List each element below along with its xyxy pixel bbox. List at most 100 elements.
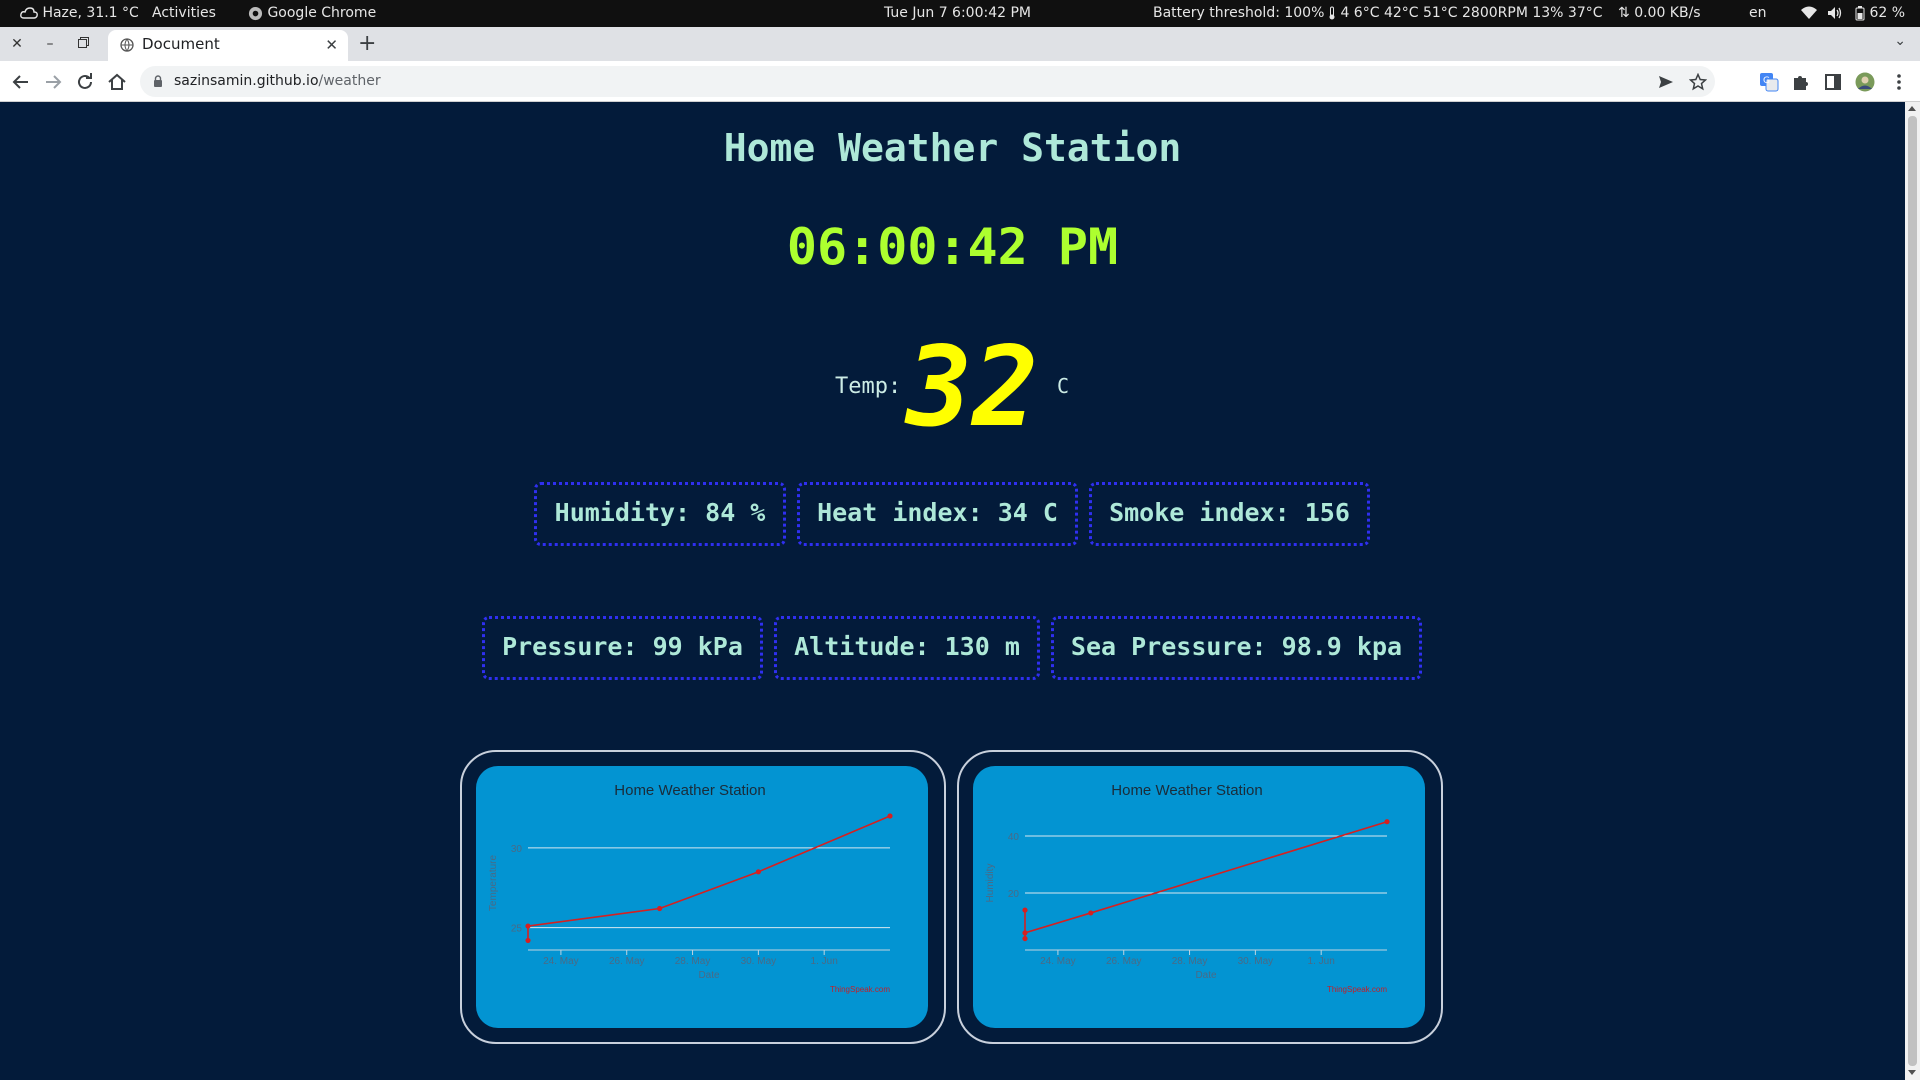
lock-icon[interactable]	[153, 75, 163, 88]
forward-arrow-icon[interactable]	[42, 71, 64, 93]
kebab-menu-icon[interactable]	[1889, 72, 1909, 92]
data-point	[1384, 819, 1390, 825]
smoke-index-box: Smoke index: 156	[1089, 482, 1370, 546]
clock-indicator[interactable]: Tue Jun 7 6:00:42 PM	[884, 0, 1031, 27]
x-tick-label: 26. May	[1106, 956, 1142, 967]
data-point	[525, 937, 531, 944]
data-point	[755, 869, 761, 875]
profile-avatar[interactable]	[1855, 72, 1875, 92]
app-menu[interactable]: Google Chrome	[248, 0, 376, 27]
wifi-icon[interactable]	[1801, 0, 1817, 27]
x-tick-label: 26. May	[609, 956, 645, 967]
tab-strip: ✕ – Document ✕ + ⌄	[0, 27, 1920, 61]
chrome-icon	[248, 6, 263, 20]
url-host: sazinsamin.github.io	[174, 73, 319, 89]
svg-text:G: G	[1763, 76, 1770, 86]
temperature-chart-panel: Home Weather Station 25 30 24. May 26. May 28…	[476, 766, 928, 1028]
series-line	[527, 815, 891, 941]
chart-credit[interactable]: ThingSpeak.com	[830, 985, 890, 994]
tab-close-icon[interactable]: ✕	[325, 36, 338, 54]
thermometer-icon	[1329, 6, 1335, 20]
battery-indicator[interactable]: 62 %	[1855, 0, 1905, 27]
scroll-up-arrow-icon[interactable]	[1908, 106, 1916, 111]
star-icon[interactable]	[1689, 73, 1707, 91]
chart-title: Home Weather Station	[1111, 782, 1262, 799]
clock-display: 06:00:42 PM	[786, 218, 1119, 276]
data-point	[1088, 910, 1094, 916]
x-axis-label: Date	[698, 970, 720, 981]
y-tick-label: 40	[1008, 832, 1020, 843]
x-axis-label: Date	[1195, 970, 1217, 981]
x-tick-label: 24. May	[543, 956, 579, 967]
chart-credit[interactable]: ThingSpeak.com	[1327, 985, 1387, 994]
back-arrow-icon[interactable]	[10, 71, 32, 93]
tab-title: Document	[142, 35, 220, 53]
data-point	[525, 923, 531, 929]
x-tick-label: 1. Jun	[1308, 956, 1335, 967]
battery-icon	[1855, 5, 1865, 20]
altitude-box: Altitude: 130 m	[774, 616, 1040, 680]
reload-icon[interactable]	[74, 71, 96, 93]
temperature-chart-frame: Home Weather Station 25 30 24. May 26. May 28…	[460, 750, 946, 1044]
scroll-down-arrow-icon[interactable]	[1908, 1070, 1916, 1075]
weather-text: Haze, 31.1 °C	[42, 5, 139, 21]
temperature-chart: Home Weather Station 25 30 24. May 26. May 28…	[488, 782, 893, 994]
x-tick-label: 28. May	[675, 956, 711, 967]
sensors-text: 4 6°C 42°C 51°C 2800RPM 13% 37°C	[1340, 5, 1603, 21]
scrollbar-thumb[interactable]	[1908, 116, 1917, 1066]
network-speed[interactable]: ⇅ 0.00 KB/s	[1618, 0, 1701, 27]
window-minimize-icon[interactable]: –	[41, 35, 59, 53]
system-top-bar: Haze, 31.1 °C Activities Google Chrome T…	[0, 0, 1920, 27]
x-tick-label: 24. May	[1040, 956, 1076, 967]
weather-indicator[interactable]: Haze, 31.1 °C	[20, 0, 139, 27]
home-icon[interactable]	[106, 71, 128, 93]
battery-text: 62 %	[1869, 5, 1906, 21]
send-icon[interactable]	[1657, 73, 1675, 91]
humidity-chart-panel: Home Weather Station 20 40 24. May 26. May 28…	[973, 766, 1425, 1028]
temp-unit: C	[1057, 374, 1070, 398]
heat-index-box: Heat index: 34 C	[797, 482, 1078, 546]
tab-search-chevron-icon[interactable]: ⌄	[1894, 33, 1906, 49]
y-tick-label: 25	[511, 924, 523, 935]
browser-toolbar: sazinsamin.github.io/weather G	[0, 61, 1920, 102]
page-scrollbar[interactable]	[1905, 102, 1920, 1080]
y-tick-label: 20	[1008, 889, 1020, 900]
humidity-box: Humidity: 84 %	[534, 482, 786, 546]
y-axis-label: Temperature	[488, 854, 499, 911]
temp-label: Temp:	[835, 374, 902, 399]
data-point	[657, 905, 663, 912]
y-tick-label: 30	[511, 844, 523, 855]
extensions-puzzle-icon[interactable]	[1791, 72, 1811, 92]
globe-icon	[120, 38, 134, 52]
pressure-box: Pressure: 99 kPa	[482, 616, 763, 680]
data-point	[887, 813, 893, 819]
page-content: Home Weather Station 06:00:42 PM Temp: 3…	[0, 102, 1905, 1080]
battery-threshold[interactable]: Battery threshold: 100%	[1153, 0, 1324, 27]
chart-title: Home Weather Station	[614, 782, 765, 799]
x-tick-label: 30. May	[741, 956, 777, 967]
sensors-indicator[interactable]: 4 6°C 42°C 51°C 2800RPM 13% 37°C	[1328, 0, 1603, 27]
page-title: Home Weather Station	[723, 126, 1182, 170]
x-tick-label: 28. May	[1172, 956, 1208, 967]
series-line	[1024, 820, 1388, 939]
browser-tab[interactable]: Document ✕	[108, 30, 348, 61]
humidity-chart: Home Weather Station 20 40 24. May 26. May 28…	[985, 782, 1390, 994]
translate-extension-icon[interactable]: G	[1759, 72, 1779, 92]
address-bar[interactable]: sazinsamin.github.io/weather	[140, 66, 1715, 97]
volume-icon[interactable]	[1827, 0, 1843, 27]
temp-value: 32	[906, 323, 1039, 451]
y-axis-label: Humidity	[985, 864, 996, 903]
x-tick-label: 30. May	[1238, 956, 1274, 967]
cloud-icon	[20, 7, 38, 19]
url-text: sazinsamin.github.io/weather	[174, 73, 381, 89]
updown-arrows-icon: ⇅	[1618, 5, 1630, 21]
network-text: 0.00 KB/s	[1634, 5, 1701, 21]
language-indicator[interactable]: en	[1749, 0, 1767, 27]
data-point	[1022, 930, 1028, 936]
new-tab-icon[interactable]: +	[358, 31, 376, 56]
side-panel-icon[interactable]	[1823, 72, 1843, 92]
window-close-icon[interactable]: ✕	[8, 35, 26, 53]
activities-button[interactable]: Activities	[152, 0, 216, 27]
sea-pressure-box: Sea Pressure: 98.9 kpa	[1051, 616, 1422, 680]
window-restore-icon[interactable]	[74, 35, 92, 53]
